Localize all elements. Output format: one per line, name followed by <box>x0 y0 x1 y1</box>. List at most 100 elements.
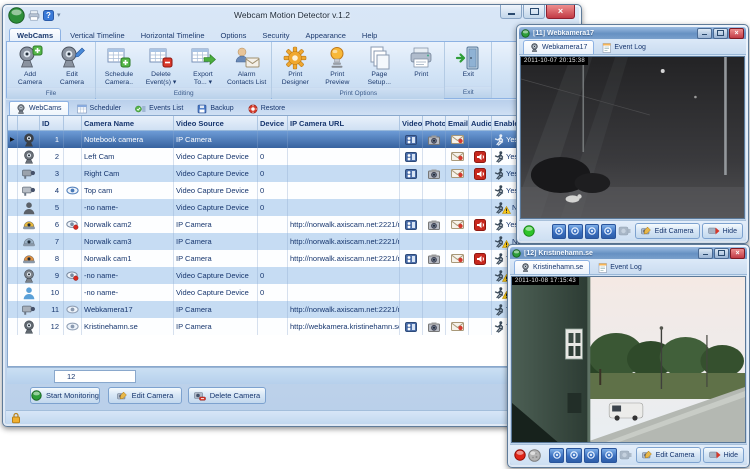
minimize-button[interactable] <box>500 5 522 19</box>
maximize-icon <box>530 8 539 15</box>
tab-label: Restore <box>261 105 286 112</box>
help-icon[interactable]: ? <box>43 10 54 21</box>
close-button[interactable]: × <box>546 5 575 19</box>
view-tab-webcams[interactable]: WebCams <box>9 101 69 115</box>
control-button-2[interactable] <box>566 448 581 463</box>
header-id[interactable]: ID <box>40 116 64 130</box>
header-video[interactable]: Video <box>400 116 423 130</box>
control-button-3[interactable] <box>585 224 600 239</box>
cell-video-source: Video Capture Device <box>174 284 258 301</box>
table-row-camera-8[interactable]: 8Norwalk cam1IP Camerahttp://norwalk.axi… <box>8 250 576 267</box>
print-designer-button[interactable]: PrintDesigner <box>274 44 316 87</box>
control-button-4[interactable] <box>601 448 616 463</box>
table-row-camera-11[interactable]: 11Webkamera17IP Camerahttp://norwalk.axi… <box>8 301 576 318</box>
cell-video-source: Video Capture Device <box>174 199 258 216</box>
print-preview-button[interactable]: PrintPreview <box>316 44 358 87</box>
qat-dropdown-icon[interactable]: ▾ <box>57 11 61 19</box>
snapshot-icon[interactable] <box>618 225 631 237</box>
cell-video <box>400 301 423 318</box>
camera-window-title-bar[interactable]: [11] Webkamera17 × <box>519 27 746 39</box>
view-tab-events-list[interactable]: Events List <box>129 102 189 115</box>
ribbon-tab-help[interactable]: Help <box>355 29 384 41</box>
ribbon-tab-horizontal-timeline[interactable]: Horizontal Timeline <box>134 29 212 41</box>
table-row-camera-3[interactable]: 3Right CamVideo Capture Device0Yes <box>8 165 576 182</box>
header-audio[interactable]: Audio <box>469 116 492 130</box>
cell-visibility <box>64 267 82 284</box>
table-row-camera-7[interactable]: 7Norwalk cam3IP Camerahttp://norwalk.axi… <box>8 233 576 250</box>
header-photo[interactable]: Photo <box>423 116 446 130</box>
maximize-button[interactable] <box>523 5 545 19</box>
tab-event-log[interactable]: Event Log <box>592 261 648 274</box>
control-button-2[interactable] <box>568 224 583 239</box>
table-row-camera-12[interactable]: 12Kristinehamn.seIP Camerahttp://webkame… <box>8 318 576 335</box>
ribbon-tab-options[interactable]: Options <box>214 29 254 41</box>
edit-camera-button[interactable]: Edit Camera <box>635 223 700 239</box>
table-row-camera-4[interactable]: 4Top camVideo Capture Device0Yes <box>8 182 576 199</box>
row-gutter <box>8 199 18 216</box>
button-label: Camera.. <box>105 79 133 87</box>
control-button-4[interactable] <box>601 224 616 239</box>
ribbon-tab-security[interactable]: Security <box>255 29 296 41</box>
ribbon-tab-appearance[interactable]: Appearance <box>298 29 352 41</box>
printer-icon[interactable] <box>28 10 40 21</box>
video-feed-night[interactable]: 2011-10-07 20:15:38 <box>520 56 745 219</box>
edit-camera-button[interactable]: Edit Camera <box>636 447 701 463</box>
edit-camera-button[interactable]: EditCamera <box>51 44 93 87</box>
delete-camera-button[interactable]: Delete Camera <box>188 387 266 404</box>
camera-window-title-bar[interactable]: [12] Kristinehamn.se × <box>510 247 747 259</box>
desktop: { "colors": { "selection_blue": "#36629f… <box>0 0 750 469</box>
exit-button[interactable]: Exit <box>447 44 489 79</box>
ribbon-tab-vertical-timeline[interactable]: Vertical Timeline <box>63 29 132 41</box>
delete-event-s-button[interactable]: DeleteEvent(s) ▾ <box>140 44 182 87</box>
window-controls: × <box>499 5 575 19</box>
add-camera-button[interactable]: AddCamera <box>9 44 51 87</box>
motion-runner-icon <box>494 321 505 333</box>
video-feed-day[interactable]: 2011-10-08 17:15:43 <box>511 276 746 443</box>
motion-runner-icon <box>494 134 505 146</box>
alarm-contacts-list-button[interactable]: AlarmContacts List <box>224 44 269 87</box>
view-tab-backup[interactable]: Backup <box>191 102 239 115</box>
start-monitoring-button[interactable]: Start Monitoring <box>30 387 100 404</box>
schedule-camera-button[interactable]: ScheduleCamera.. <box>98 44 140 87</box>
table-row-camera-1[interactable]: ▶1Notebook cameraIP CameraYes <box>8 131 576 148</box>
title-bar[interactable]: Webcam Motion Detector v.1.2 ? ▾ × <box>3 5 581 25</box>
hide-button[interactable]: Hide <box>703 447 744 463</box>
header-camera-name[interactable]: Camera Name <box>82 116 174 130</box>
tab-camera-view[interactable]: Webkamera17 <box>523 40 594 54</box>
header-email[interactable]: Email <box>446 116 469 130</box>
header-ip-camera-url[interactable]: IP Camera URL <box>288 116 400 130</box>
maximize-button[interactable] <box>714 248 729 259</box>
close-button[interactable]: × <box>730 248 745 259</box>
view-tab-scheduler[interactable]: Scheduler <box>71 102 128 115</box>
control-button-1[interactable] <box>552 224 567 239</box>
cell-ip-camera-url: http://norwalk.axiscam.net:2221/mjpg/vid… <box>288 301 400 318</box>
page-setup-button[interactable]: PageSetup... <box>358 44 400 87</box>
hide-button[interactable]: Hide <box>702 223 743 239</box>
status-bar <box>6 410 578 424</box>
table-row-camera-2[interactable]: 2Left CamVideo Capture Device0Yes <box>8 148 576 165</box>
control-button-1[interactable] <box>549 448 564 463</box>
snapshot-icon[interactable] <box>619 449 632 461</box>
close-button[interactable]: × <box>729 28 744 39</box>
header-device[interactable]: Device <box>258 116 288 130</box>
minimize-button[interactable] <box>698 248 713 259</box>
tab-event-log[interactable]: Event Log <box>596 41 652 54</box>
maximize-button[interactable] <box>713 28 728 39</box>
header-video-source[interactable]: Video Source <box>174 116 258 130</box>
minimize-button[interactable] <box>697 28 712 39</box>
app-orb-button[interactable] <box>8 7 25 24</box>
button-label: Delete Camera <box>210 391 260 400</box>
table-row-camera-9[interactable]: 9-no name-Video Capture Device0No <box>8 267 576 284</box>
table-row-camera-10[interactable]: 10-no name-Video Capture Device0No <box>8 284 576 301</box>
export-to-button[interactable]: ExportTo... ▾ <box>182 44 224 87</box>
table-row-camera-6[interactable]: 6Norwalk cam2IP Camerahttp://norwalk.axi… <box>8 216 576 233</box>
cell-camera-name: Kristinehamn.se <box>82 318 174 335</box>
table-row-camera-5[interactable]: 5-no name-Video Capture Device0No <box>8 199 576 216</box>
tab-camera-view[interactable]: Kristinehamn.se <box>514 260 590 274</box>
button-label: Setup... <box>368 79 391 87</box>
view-tab-restore[interactable]: Restore <box>242 102 292 115</box>
print-button[interactable]: Print <box>400 44 442 79</box>
ribbon-tab-webcams[interactable]: WebCams <box>9 28 61 41</box>
edit-camera-button[interactable]: Edit Camera <box>108 387 182 404</box>
control-button-3[interactable] <box>584 448 599 463</box>
